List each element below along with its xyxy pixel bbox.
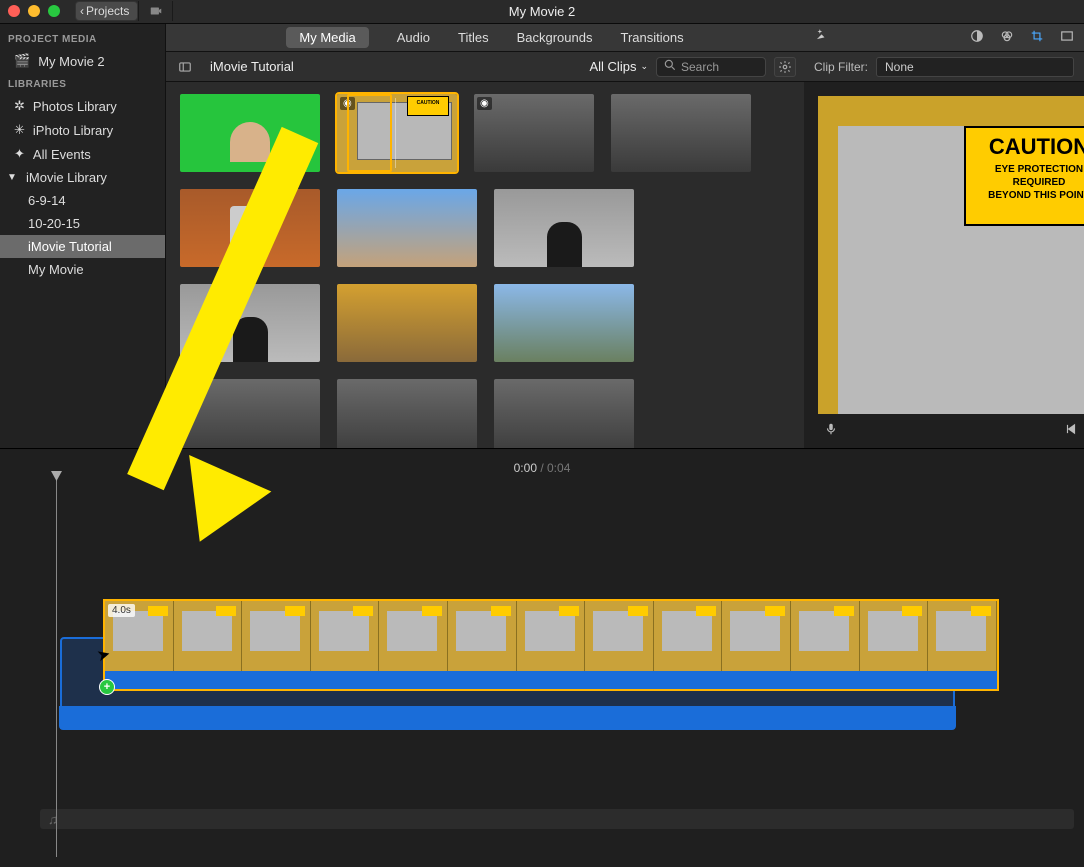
thumbnail-grid[interactable]: ◉ CAUTION ◉ xyxy=(166,82,804,448)
sidebar-item-events[interactable]: ✦ All Events xyxy=(0,142,165,166)
clip-audio-track xyxy=(105,671,997,689)
chevron-down-icon: ⌄ xyxy=(640,61,648,72)
sidebar-item-imovie-library[interactable]: ▼ iMovie Library xyxy=(0,166,165,189)
clip-thumbnail[interactable] xyxy=(180,284,320,362)
browser-toolbar: iMovie Tutorial All Clips ⌄ Search xyxy=(166,52,804,82)
search-icon xyxy=(663,58,677,75)
download-icon[interactable] xyxy=(172,1,206,21)
window-controls xyxy=(8,5,60,17)
clip-thumbnail[interactable] xyxy=(337,284,477,362)
media-import-icon[interactable] xyxy=(138,1,172,21)
caution-title: CAUTION xyxy=(972,134,1084,160)
camera-icon: ◉ xyxy=(477,97,492,110)
drop-audio-track xyxy=(59,706,956,730)
tab-titles[interactable]: Titles xyxy=(458,30,489,45)
clip-thumbnail[interactable] xyxy=(180,379,320,448)
music-track[interactable]: ♫ xyxy=(40,809,1074,829)
tab-backgrounds[interactable]: Backgrounds xyxy=(517,30,593,45)
preview-toolbar xyxy=(804,24,1084,52)
sidebar-item-event-selected[interactable]: iMovie Tutorial xyxy=(0,235,165,258)
minimize-icon[interactable] xyxy=(28,5,40,17)
enhance-icon[interactable] xyxy=(814,28,828,47)
skip-back-icon[interactable] xyxy=(1064,422,1078,441)
camera-icon: ◉ xyxy=(340,97,355,110)
window-title: My Movie 2 xyxy=(509,4,575,19)
sidebar-item-photos[interactable]: ✲ Photos Library xyxy=(0,94,165,118)
timeline[interactable]: 0:00 / 0:04 4.0s + ➤ ♫ xyxy=(0,448,1084,867)
event-label: 10-20-15 xyxy=(28,216,80,231)
media-browser: My Media Audio Titles Backgrounds Transi… xyxy=(165,24,804,448)
preview-pane: Clip Filter: None CAUTION EYE PROTECTION… xyxy=(804,24,1084,448)
gear-icon[interactable] xyxy=(774,57,796,77)
zoom-icon[interactable] xyxy=(48,5,60,17)
tabs: My Media Audio Titles Backgrounds Transi… xyxy=(166,24,804,52)
tab-audio[interactable]: Audio xyxy=(397,30,430,45)
color-correction-icon[interactable] xyxy=(1000,29,1014,46)
sidebar-item-label: iMovie Library xyxy=(26,170,107,185)
palm-icon: ✳ xyxy=(14,122,25,138)
search-placeholder: Search xyxy=(681,60,719,74)
star-icon: ✦ xyxy=(14,146,25,162)
sidebar-item-label: Photos Library xyxy=(33,99,117,114)
clip-thumbnail[interactable] xyxy=(180,189,320,267)
sidebar-header-project: PROJECT MEDIA xyxy=(0,28,165,49)
clip-thumbnail[interactable] xyxy=(337,379,477,448)
filter-row: Clip Filter: None xyxy=(804,52,1084,82)
tab-my-media[interactable]: My Media xyxy=(286,27,368,48)
disclosure-triangle-icon[interactable]: ▼ xyxy=(6,172,18,183)
preview-controls xyxy=(818,414,1084,448)
color-balance-icon[interactable] xyxy=(970,29,984,46)
caution-text: BEYOND THIS POINT xyxy=(972,189,1084,202)
sidebar: PROJECT MEDIA 🎬 My Movie 2 LIBRARIES ✲ P… xyxy=(0,24,165,448)
time-indicator: 0:00 / 0:04 xyxy=(514,461,571,475)
preview-image: CAUTION EYE PROTECTION REQUIRED BEYOND T… xyxy=(818,96,1084,414)
sidebar-item-iphoto[interactable]: ✳ iPhoto Library xyxy=(0,118,165,142)
sidebar-item-event[interactable]: 6-9-14 xyxy=(0,189,165,212)
sidebar-header-libraries: LIBRARIES xyxy=(0,73,165,94)
clip-thumbnail-selected[interactable]: ◉ CAUTION xyxy=(337,94,457,172)
sidebar-item-label: My Movie 2 xyxy=(38,54,104,69)
playhead[interactable] xyxy=(56,477,57,857)
close-icon[interactable] xyxy=(8,5,20,17)
sidebar-item-event[interactable]: 10-20-15 xyxy=(0,212,165,235)
sidebar-item-project[interactable]: 🎬 My Movie 2 xyxy=(0,49,165,73)
microphone-icon[interactable] xyxy=(824,422,838,441)
clip-thumbnail[interactable] xyxy=(494,379,634,448)
playhead-handle-icon[interactable] xyxy=(51,471,62,481)
music-icon: ♫ xyxy=(48,812,58,827)
add-badge-icon: + xyxy=(99,679,115,695)
projects-button[interactable]: ‹ Projects xyxy=(75,1,138,21)
dragging-clip[interactable]: 4.0s + xyxy=(103,599,999,691)
caution-text: EYE PROTECTION xyxy=(972,163,1084,176)
event-label: 6-9-14 xyxy=(28,193,66,208)
sidebar-item-label: All Events xyxy=(33,147,91,162)
clip-thumbnail[interactable] xyxy=(337,189,477,267)
clip-duration-badge: 4.0s xyxy=(108,604,135,617)
clip-thumbnail[interactable] xyxy=(611,94,751,172)
allclips-dropdown[interactable]: All Clips ⌄ xyxy=(589,59,648,74)
titlebar: ‹ Projects My Movie 2 xyxy=(0,0,1084,24)
clapperboard-icon: 🎬 xyxy=(14,53,30,69)
event-label: iMovie Tutorial xyxy=(28,239,112,254)
sidebar-item-event[interactable]: My Movie xyxy=(0,258,165,281)
filter-label: Clip Filter: xyxy=(814,60,868,74)
search-input[interactable]: Search xyxy=(656,57,766,77)
filter-dropdown[interactable]: None xyxy=(876,57,1074,77)
clip-thumbnail[interactable] xyxy=(180,94,320,172)
clip-thumbnail[interactable] xyxy=(494,189,634,267)
sidebar-toggle-icon[interactable] xyxy=(174,57,196,77)
tab-transitions[interactable]: Transitions xyxy=(620,30,683,45)
more-icon[interactable] xyxy=(1060,29,1074,46)
flower-icon: ✲ xyxy=(14,98,25,114)
sidebar-item-label: iPhoto Library xyxy=(33,123,113,138)
clip-thumbnail[interactable]: ◉ xyxy=(474,94,594,172)
crop-icon[interactable] xyxy=(1030,29,1044,46)
caution-text: REQUIRED xyxy=(972,176,1084,189)
clip-thumbnail[interactable] xyxy=(494,284,634,362)
preview-viewport[interactable]: CAUTION EYE PROTECTION REQUIRED BEYOND T… xyxy=(804,82,1084,448)
chevron-left-icon: ‹ xyxy=(80,4,84,18)
breadcrumb: iMovie Tutorial xyxy=(210,59,294,74)
event-label: My Movie xyxy=(28,262,84,277)
